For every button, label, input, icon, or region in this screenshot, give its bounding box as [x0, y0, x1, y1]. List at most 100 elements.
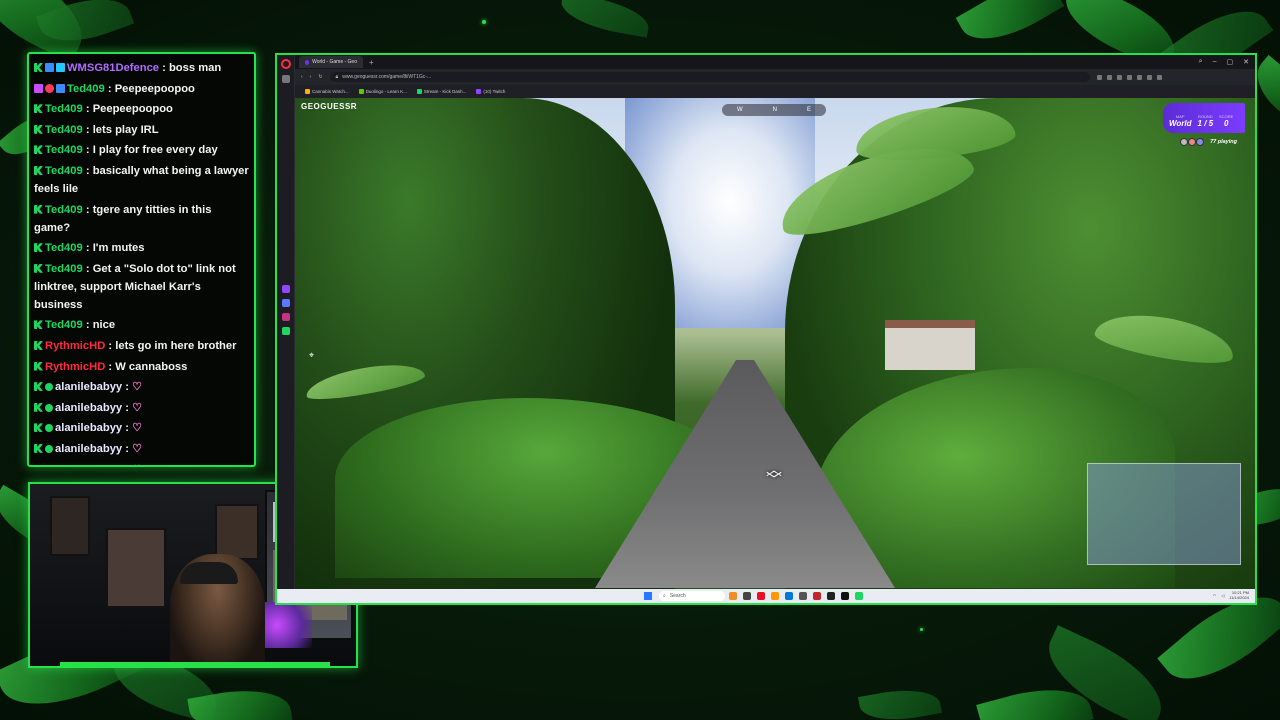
tab-geoguessr[interactable]: World - Game - Geo	[299, 56, 363, 68]
wifi-icon[interactable]: ◠	[1213, 593, 1217, 598]
spotify-icon[interactable]	[855, 592, 863, 600]
bookmark-item[interactable]: (10) Twitch	[476, 89, 505, 94]
bookmark-item[interactable]: Cannabis Watch...	[305, 89, 349, 94]
guess-minimap[interactable]	[1087, 463, 1241, 565]
extension-icon[interactable]	[1106, 74, 1112, 80]
chat-username[interactable]: Ted409	[45, 144, 83, 156]
extension-icon[interactable]	[1156, 74, 1162, 80]
close-window-button[interactable]: ✕	[1243, 58, 1249, 66]
extension-icon[interactable]	[1126, 74, 1132, 80]
file-explorer-icon[interactable]	[729, 592, 737, 600]
bookmark-favicon-icon	[416, 89, 422, 94]
chat-badge-icon	[34, 124, 43, 134]
chat-message: Ted409 : Peepeepoopoo	[34, 80, 250, 98]
chat-message: alanilebabyy : ♡	[34, 378, 250, 396]
chat-badge-icon	[45, 444, 53, 453]
chat-message: Ted409 : I'm mutes	[34, 239, 250, 257]
chat-username[interactable]: RythmicHD	[45, 340, 105, 352]
taskbar-search[interactable]: ⌕ Search	[659, 591, 725, 601]
extension-icon[interactable]	[1136, 74, 1142, 80]
chat-badge-icon	[34, 165, 43, 175]
round-value: 1 / 5	[1197, 119, 1214, 128]
chat-username[interactable]: Ted409	[67, 83, 105, 95]
home-icon[interactable]	[281, 75, 290, 83]
minimize-button[interactable]: –	[1213, 58, 1217, 66]
opera-icon[interactable]	[757, 592, 765, 600]
spotify-icon[interactable]	[281, 327, 290, 335]
obs-icon[interactable]	[827, 592, 835, 600]
return-to-start-icon[interactable]: ⌖	[309, 350, 314, 361]
chat-message: RythmicHD : W cannaboss	[34, 358, 250, 376]
chat-badge-icon	[34, 83, 43, 93]
chat-message: RythmicHD : lets go im here brother	[34, 337, 250, 355]
chat-badge-icon	[34, 443, 43, 453]
chat-message: Ted409 : Get a "Solo dot to" link not li…	[34, 262, 236, 311]
lock-icon: 🔒︎	[335, 74, 339, 80]
chat-username[interactable]: Ted409	[45, 103, 83, 115]
chat-message: Ted409 : basically what being a lawyer f…	[34, 164, 249, 195]
chrome-icon[interactable]	[771, 592, 779, 600]
capture-icon[interactable]	[813, 592, 821, 600]
map-value: World	[1169, 119, 1192, 128]
forward-icon[interactable]: ›	[310, 74, 312, 80]
chat-username[interactable]: Ted409	[45, 242, 83, 254]
task-view-icon[interactable]	[743, 592, 751, 600]
bookmark-item[interactable]: Stream - Kick Dash...	[416, 89, 466, 94]
chat-badge-icon	[45, 383, 53, 392]
opera-sidebar	[277, 55, 295, 603]
chat-username[interactable]: alanilebabyy	[55, 402, 122, 414]
chat-username[interactable]: Ted409	[45, 319, 83, 331]
extensions-toolbar	[1096, 74, 1162, 80]
twitch-icon[interactable]	[281, 285, 290, 293]
volume-icon[interactable]: ◁	[1221, 593, 1224, 598]
chat-username[interactable]: Ted409	[45, 124, 83, 136]
chat-username[interactable]: alanilebabyy	[55, 381, 122, 393]
chat-username[interactable]: alanilebabyy	[55, 443, 122, 455]
maximize-button[interactable]: ▢	[1227, 58, 1234, 66]
bookmark-label: (10) Twitch	[483, 89, 506, 94]
chat-username[interactable]: WMSG81Defence	[67, 62, 159, 74]
windows-start-icon[interactable]	[644, 592, 652, 600]
extension-icon[interactable]	[1146, 74, 1152, 80]
chat-text: ♡	[132, 442, 143, 455]
street-view-panorama[interactable]: GEOGUESSR W N E MAP World ROUND 1 / 5 SCOR…	[295, 98, 1255, 591]
store-icon[interactable]	[785, 592, 793, 600]
compass-direction: N	[772, 107, 777, 113]
geoguessr-logo: GEOGUESSR	[301, 102, 358, 111]
chat-badge-icon	[34, 204, 43, 214]
move-forward-arrows[interactable]: ︿ ﹀	[759, 463, 789, 489]
chat-username[interactable]: Ted409	[45, 165, 83, 177]
reload-icon[interactable]: ↻	[318, 74, 322, 80]
chat-badge-icon	[56, 83, 65, 93]
calculator-icon[interactable]	[799, 592, 807, 600]
extension-icon[interactable]	[1096, 74, 1102, 80]
chat-message: alanilebabyy : ♡	[34, 440, 250, 458]
score-value: 0	[1223, 119, 1229, 128]
players-playing-count: 77 playing	[1210, 139, 1237, 145]
chat-message: Ted409 : nice	[34, 316, 250, 334]
extension-icon[interactable]	[1116, 74, 1122, 80]
chat-username[interactable]: alanilebabyy	[55, 422, 122, 434]
app-icon[interactable]	[841, 592, 849, 600]
sparkle-dot	[920, 628, 923, 631]
bookmarks-bar: Cannabis Watch... Duolingo - Learn K... St…	[295, 85, 1255, 98]
geoguessr-favicon-icon	[305, 59, 310, 65]
search-tabs-icon[interactable]: ⌕	[1199, 58, 1203, 66]
url-field[interactable]: 🔒︎ www.geoguessr.com/game/8iiWT1Gc-...	[329, 72, 1090, 82]
chat-username[interactable]: Ted409	[45, 263, 83, 275]
chat-username[interactable]: alanilebabyy	[55, 464, 122, 466]
browser-window: World - Game - Geo + ⌕ – ▢ ✕ ‹ › ↻ 🔒︎ ww…	[275, 53, 1257, 605]
bookmark-item[interactable]: Duolingo - Learn K...	[358, 89, 407, 94]
tab-title: World - Game - Geo	[312, 59, 357, 65]
back-icon[interactable]: ‹	[301, 74, 303, 80]
messenger-icon[interactable]	[281, 299, 290, 307]
chat-username[interactable]: Ted409	[45, 204, 83, 216]
new-tab-button[interactable]: +	[369, 58, 374, 67]
search-icon: ⌕	[663, 593, 666, 599]
chat-badge-icon	[34, 243, 43, 253]
search-placeholder: Search	[669, 593, 686, 599]
clock-date[interactable]: 11/14/2024	[1229, 595, 1249, 600]
instagram-icon[interactable]	[281, 313, 290, 321]
chat-username[interactable]: RythmicHD	[45, 361, 105, 373]
opera-logo-icon[interactable]	[280, 59, 291, 69]
